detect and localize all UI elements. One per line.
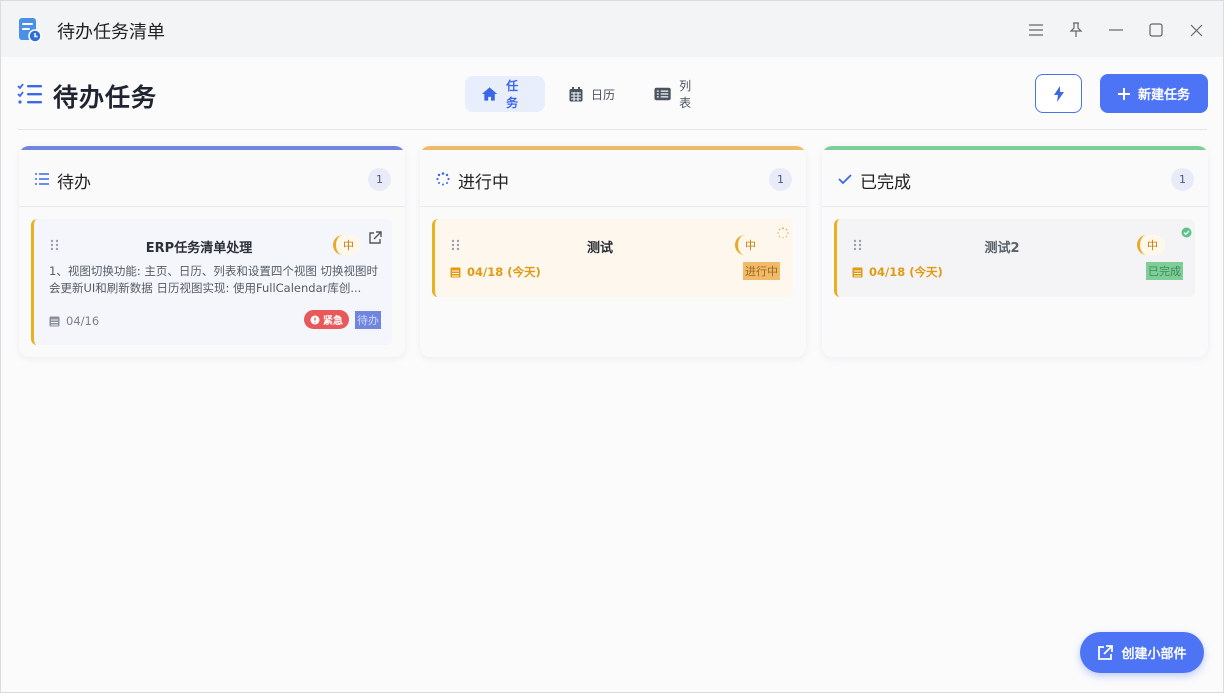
urgent-badge-text: 紧急: [323, 316, 343, 327]
status-chip: 待办: [355, 311, 381, 329]
page-title: 待办任务: [53, 83, 158, 112]
column-header: 已完成 1: [822, 150, 1208, 207]
task-list-icon: [17, 83, 42, 104]
tab-tasks-label: 任务: [506, 79, 519, 110]
new-task-button[interactable]: 新建任务: [1100, 74, 1208, 113]
pin-icon: [1069, 22, 1083, 37]
task-card[interactable]: 测试2 中 04/18 (今天) 已完成: [834, 219, 1195, 297]
header-divider: [18, 129, 1207, 130]
tab-list[interactable]: 列表: [638, 76, 718, 112]
alert-icon: [310, 315, 320, 324]
due-date: 04/16: [49, 314, 99, 328]
due-date-text: 04/18 (今天): [869, 265, 943, 279]
drag-handle-icon[interactable]: [50, 239, 60, 251]
tab-calendar-label: 日历: [591, 87, 616, 102]
column-title: 待办: [57, 173, 91, 193]
menu-button[interactable]: [1021, 15, 1051, 45]
app-logo-icon: [19, 18, 42, 43]
plus-icon: [1117, 87, 1130, 100]
column-count-badge: 1: [368, 168, 391, 191]
column-in-progress: 进行中 1 测试 中 04/18 (今天) 进行中: [420, 146, 806, 357]
calendar-icon: [49, 316, 60, 327]
list-icon: [35, 173, 49, 185]
tab-calendar[interactable]: 日历: [553, 76, 633, 112]
due-date: 04/18 (今天): [450, 264, 541, 280]
task-title: ERP任务清单处理: [145, 241, 253, 256]
column-header: 进行中 1: [420, 150, 806, 207]
minimize-icon: [1109, 29, 1123, 31]
due-date-text: 04/16: [66, 314, 100, 328]
maximize-button[interactable]: [1141, 15, 1171, 45]
lightning-icon: [1053, 85, 1064, 102]
close-icon: [1190, 24, 1202, 36]
spinner-icon: [777, 227, 789, 239]
menu-icon: [1029, 24, 1043, 36]
calendar-icon: [852, 267, 863, 278]
task-title: 测试2: [984, 241, 1020, 256]
open-external-icon: [1098, 644, 1114, 660]
check-circle-icon: [1181, 227, 1192, 238]
check-icon: [838, 174, 852, 185]
new-task-label: 新建任务: [1137, 88, 1190, 103]
maximize-icon: [1149, 23, 1163, 37]
pin-button[interactable]: [1061, 15, 1091, 45]
tab-list-label: 列表: [679, 79, 692, 110]
column-count-badge: 1: [1171, 168, 1194, 191]
list-icon: [654, 87, 671, 101]
quick-action-button[interactable]: [1035, 74, 1082, 113]
priority-badge: 中: [1137, 235, 1165, 255]
create-widget-button[interactable]: 创建小部件: [1080, 632, 1204, 673]
create-widget-label: 创建小部件: [1121, 647, 1187, 662]
title-bar: 待办任务清单: [1, 1, 1223, 57]
status-chip: 进行中: [743, 262, 780, 280]
priority-badge: 中: [333, 235, 361, 255]
due-date-text: 04/18 (今天): [467, 265, 541, 279]
column-title: 已完成: [860, 173, 911, 193]
minimize-button[interactable]: [1101, 15, 1131, 45]
calendar-icon: [569, 86, 583, 101]
home-icon: [481, 87, 498, 101]
drag-handle-icon[interactable]: [853, 239, 863, 251]
due-date: 04/18 (今天): [852, 264, 943, 280]
priority-badge: 中: [735, 235, 763, 255]
spinner-icon: [436, 172, 450, 186]
task-card[interactable]: ERP任务清单处理 中 1、视图切换功能: 主页、日历、列表和设置四个视图 切换…: [31, 219, 392, 345]
urgent-badge: 紧急: [304, 310, 349, 329]
drag-handle-icon[interactable]: [451, 239, 461, 251]
column-header: 待办 1: [19, 150, 405, 207]
column-todo: 待办 1 ERP任务清单处理 中 1、视图切换功能: 主页、日历、列表和设置四个…: [19, 146, 405, 357]
calendar-icon: [450, 267, 461, 278]
task-description: 1、视图切换功能: 主页、日历、列表和设置四个视图 切换视图时会更新UI和刷新数…: [49, 264, 378, 295]
task-card[interactable]: 测试 中 04/18 (今天) 进行中: [432, 219, 793, 297]
column-title: 进行中: [458, 173, 509, 193]
app-title: 待办任务清单: [57, 22, 165, 43]
column-done: 已完成 1 测试2 中 04/18 (今天) 已完成: [822, 146, 1208, 357]
status-chip: 已完成: [1146, 262, 1183, 280]
tab-tasks[interactable]: 任务: [465, 76, 545, 112]
close-button[interactable]: [1181, 15, 1211, 45]
open-external-icon[interactable]: [368, 231, 382, 245]
column-count-badge: 1: [769, 168, 792, 191]
task-title: 测试: [586, 241, 613, 256]
